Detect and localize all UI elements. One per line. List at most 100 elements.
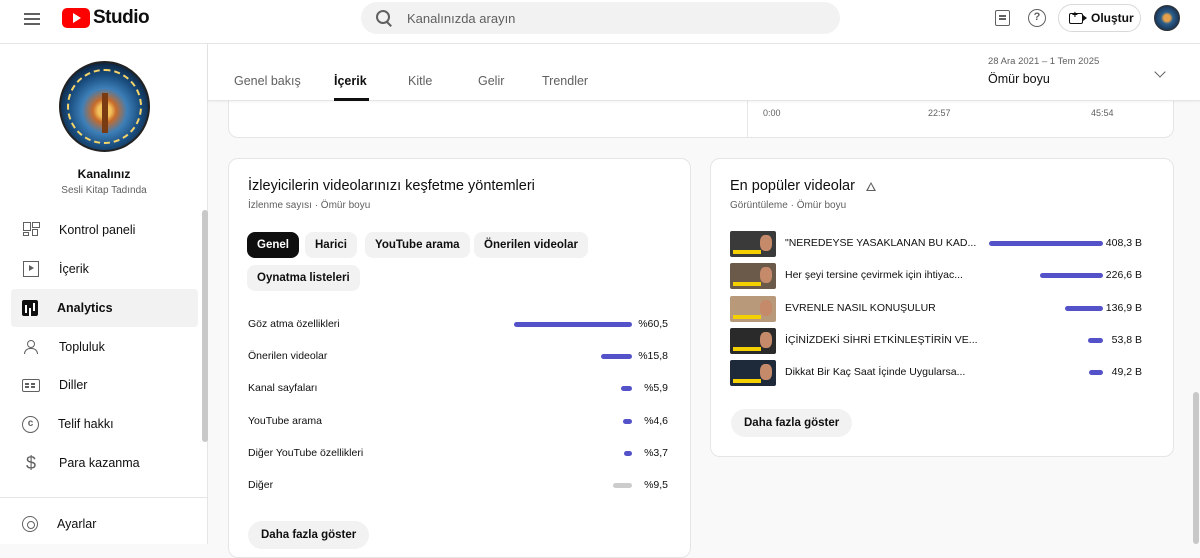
warning-icon[interactable] [866, 182, 876, 192]
top-bar: Studio ? Oluştur [0, 0, 1200, 44]
card-title: İzleyicilerin videolarınızı keşfetme yön… [248, 178, 535, 194]
traffic-sources-card: İzleyicilerin videolarınızı keşfetme yön… [228, 158, 691, 558]
channel-name: Kanalınız [77, 167, 131, 181]
feedback-icon[interactable] [995, 10, 1010, 26]
sidebar-divider [0, 497, 208, 498]
video-title: Her şeyi tersine çevirmek için ihtiyac..… [785, 269, 963, 282]
sidebar-item-label: Diller [59, 378, 88, 392]
subtitles-icon [22, 376, 40, 394]
show-more-button[interactable]: Daha fazla göster [248, 521, 370, 549]
top-video-row[interactable]: "NEREDEYSE YASAKLANAN BU KAD... 408,3 B [730, 231, 1148, 257]
menu-icon[interactable] [22, 10, 42, 30]
show-more-button[interactable]: Daha fazla göster [731, 409, 853, 437]
sidebar-scrollbar[interactable] [202, 210, 208, 442]
traffic-source-value: %15,8 [638, 350, 668, 363]
tab-content[interactable]: İçerik [334, 74, 367, 88]
traffic-source-value: %9,5 [644, 479, 668, 491]
studio-logo[interactable]: Studio [62, 7, 150, 29]
tab-audience[interactable]: Kitle [408, 74, 432, 88]
traffic-source-label: Önerilen videolar [248, 350, 328, 363]
traffic-source-row: Kanal sayfaları %5,9 [248, 382, 668, 396]
top-videos-card: En popüler videolar Görüntüleme · Ömür b… [710, 158, 1174, 457]
analytics-tab-bar: Genel bakış İçerik Kitle Gelir Trendler … [208, 44, 1200, 101]
copyright-icon: c [22, 415, 39, 433]
content-icon [22, 260, 40, 278]
traffic-source-value: %5,9 [644, 382, 668, 395]
video-thumbnail [730, 263, 776, 290]
video-views-bar [989, 241, 1103, 246]
traffic-source-label: YouTube arama [248, 414, 322, 427]
top-video-row[interactable]: İÇİNİZDEKİ SİHRİ ETKİNLEŞTİRİN VE... 53,8… [730, 327, 1148, 354]
gear-icon [22, 516, 38, 532]
traffic-source-row: Diğer %9,5 [248, 479, 668, 493]
traffic-source-row: Göz atma özellikleri %60,5 [248, 318, 668, 332]
tab-revenue[interactable]: Gelir [478, 74, 504, 88]
traffic-source-bar [514, 322, 632, 327]
chip-playlists[interactable]: Oynatma listeleri [247, 265, 360, 291]
date-range-picker[interactable]: 28 Ara 2021 – 1 Tem 2025 Ömür boyu [988, 56, 1188, 92]
traffic-source-bar [624, 450, 632, 456]
top-video-row[interactable]: EVRENLE NASIL KONUŞULUR 136,9 B [730, 295, 1148, 322]
channel-handle: Sesli Kitap Tadında [61, 185, 147, 196]
sidebar-item-label: İçerik [59, 262, 89, 276]
top-video-row[interactable]: Her şeyi tersine çevirmek için ihtiyac..… [730, 263, 1148, 290]
sidebar-item-monetization[interactable]: $ Para kazanma [11, 444, 198, 482]
sidebar-item-languages[interactable]: Diller [11, 366, 198, 404]
chip-suggested-videos[interactable]: Önerilen videolar [474, 232, 588, 258]
chip-general[interactable]: Genel [247, 232, 299, 258]
dashboard-icon [22, 221, 40, 239]
video-title: EVRENLE NASIL KONUŞULUR [785, 301, 936, 314]
sidebar-item-label: Telif hakkı [58, 417, 114, 431]
sidebar-item-label: Topluluk [59, 340, 105, 354]
video-thumbnail [730, 327, 776, 354]
timeline-tick: 0:00 [763, 108, 781, 118]
traffic-source-row: Önerilen videolar %15,8 [248, 350, 668, 364]
sidebar-item-settings[interactable]: Ayarlar [11, 505, 198, 543]
video-thumbnail [730, 231, 776, 257]
community-icon [22, 338, 40, 356]
active-tab-indicator [334, 98, 369, 101]
sidebar-item-copyright[interactable]: c Telif hakkı [11, 405, 198, 443]
create-label: Oluştur [1091, 11, 1134, 25]
search-icon[interactable] [375, 9, 393, 27]
top-video-row[interactable]: Dikkat Bir Kaç Saat İçinde Uygularsa... 4… [730, 360, 1148, 387]
create-button[interactable]: Oluştur [1058, 4, 1141, 32]
traffic-source-label: Diğer [248, 479, 274, 491]
tab-overview[interactable]: Genel bakış [234, 74, 301, 88]
timeline-tick: 45:54 [1091, 108, 1114, 118]
chip-external[interactable]: Harici [305, 232, 357, 258]
card-title: En popüler videolar [730, 178, 855, 194]
sidebar-item-community[interactable]: Topluluk [11, 328, 198, 366]
settings-label: Ayarlar [57, 517, 97, 531]
timeline-tick: 22:57 [928, 108, 951, 118]
sidebar: Kanalınız Sesli Kitap Tadında Kontrol pa… [0, 44, 208, 544]
tab-trends[interactable]: Trendler [542, 74, 588, 88]
sidebar-item-label: Para kazanma [59, 456, 140, 470]
traffic-source-value: %3,7 [644, 446, 668, 459]
traffic-source-bar [620, 386, 632, 392]
analytics-icon [22, 300, 38, 316]
card-divider [747, 101, 748, 137]
traffic-source-bar [613, 483, 632, 488]
sidebar-item-dashboard[interactable]: Kontrol paneli [11, 211, 198, 249]
traffic-source-value: %4,6 [644, 414, 668, 427]
create-video-icon [1069, 10, 1087, 24]
traffic-source-label: Diğer YouTube özellikleri [248, 446, 364, 459]
help-icon[interactable]: ? [1028, 9, 1046, 27]
video-views-bar [1089, 370, 1103, 376]
video-views-value: 49,2 B [1111, 366, 1142, 379]
traffic-source-bar [601, 354, 632, 360]
sidebar-item-content[interactable]: İçerik [11, 250, 198, 288]
account-avatar[interactable] [1154, 5, 1180, 31]
video-thumbnail [730, 295, 776, 322]
sidebar-item-analytics[interactable]: Analytics [11, 289, 198, 327]
chip-youtube-search[interactable]: YouTube arama [365, 232, 470, 258]
video-views-bar [1039, 273, 1103, 279]
card-subtitle: Görüntüleme · Ömür boyu [730, 200, 847, 211]
search-input[interactable] [407, 10, 807, 26]
channel-avatar[interactable] [59, 61, 150, 152]
youtube-logo-icon [62, 8, 90, 28]
traffic-source-row: YouTube arama %4,6 [248, 415, 668, 429]
search-bar[interactable] [361, 2, 840, 34]
page-scrollbar[interactable] [1193, 392, 1199, 544]
